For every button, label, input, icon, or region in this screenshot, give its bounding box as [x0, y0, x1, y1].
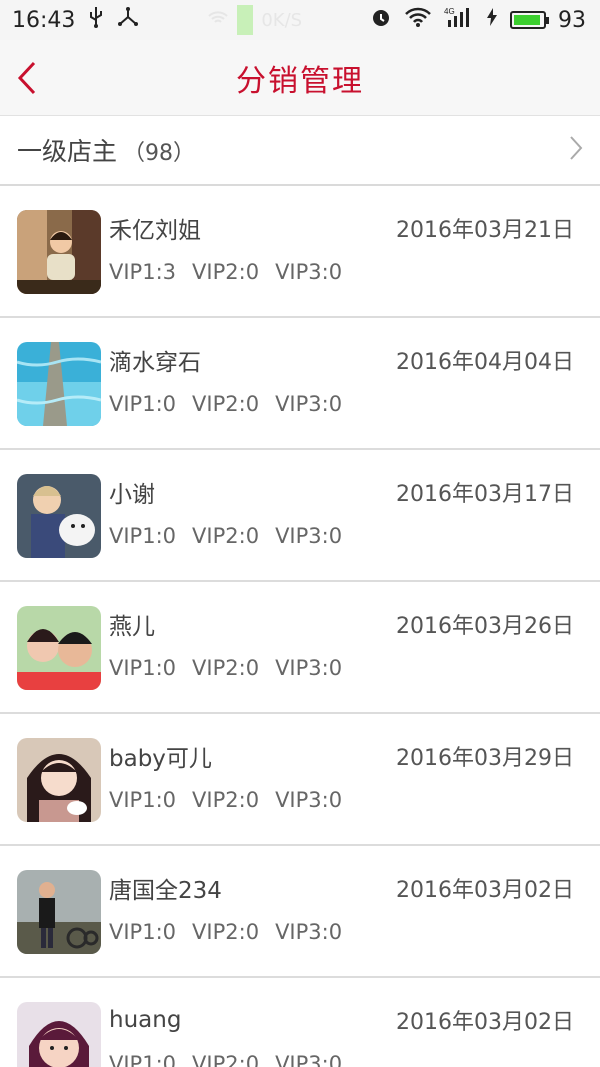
vip3-count: VIP3:0 — [275, 788, 343, 812]
vip2-count: VIP2:0 — [192, 1052, 260, 1067]
vip2-count: VIP2:0 — [192, 524, 260, 548]
vip2-count: VIP2:0 — [192, 392, 260, 416]
status-left: 16:43 — [12, 6, 139, 34]
usb-icon — [87, 6, 105, 34]
vip2-count: VIP2:0 — [192, 788, 260, 812]
network-speed: 0K/S — [261, 9, 303, 31]
list-item[interactable]: huang 2016年03月02日 VIP1:0 VIP2:0 VIP3:0 — [0, 978, 600, 1067]
avatar — [17, 210, 101, 294]
avatar — [17, 738, 101, 822]
signal-4g-icon: 4G — [444, 6, 474, 34]
vip2-count: VIP2:0 — [192, 920, 260, 944]
member-name: huang — [109, 1007, 182, 1033]
member-name: 唐国全234 — [109, 878, 222, 904]
vip1-count: VIP1:0 — [109, 392, 177, 416]
vip3-count: VIP3:0 — [275, 1052, 343, 1067]
page-title: 分销管理 — [236, 63, 364, 99]
level-count: （98） — [123, 141, 196, 166]
svg-text:4G: 4G — [444, 7, 455, 16]
vip3-count: VIP3:0 — [275, 392, 343, 416]
join-date: 2016年03月02日 — [396, 1010, 574, 1035]
member-info: 禾亿刘姐 2016年03月21日 VIP1:3 VIP2:0 VIP3:0 — [109, 210, 574, 284]
list-item[interactable]: 小谢 2016年03月17日 VIP1:0 VIP2:0 VIP3:0 — [0, 450, 600, 582]
status-time: 16:43 — [12, 7, 76, 33]
level-label-group: 一级店主 （98） — [17, 132, 195, 168]
battery-fill — [514, 15, 541, 25]
avatar — [17, 342, 101, 426]
member-info: 滴水穿石 2016年04月04日 VIP1:0 VIP2:0 VIP3:0 — [109, 342, 574, 416]
vip1-count: VIP1:3 — [109, 260, 177, 284]
vip1-count: VIP1:0 — [109, 656, 177, 680]
wifi-icon — [404, 7, 432, 33]
chevron-right-icon — [568, 134, 584, 166]
vip1-count: VIP1:0 — [109, 1052, 177, 1067]
share-icon — [117, 7, 139, 33]
member-info: baby可儿 2016年03月29日 VIP1:0 VIP2:0 VIP3:0 — [109, 738, 574, 812]
vip2-count: VIP2:0 — [192, 260, 260, 284]
vip1-count: VIP1:0 — [109, 524, 177, 548]
member-name: 禾亿刘姐 — [109, 218, 201, 244]
chevron-left-icon — [17, 61, 36, 95]
charging-icon — [486, 7, 498, 33]
list-item[interactable]: baby可儿 2016年03月29日 VIP1:0 VIP2:0 VIP3:0 — [0, 714, 600, 846]
vip1-count: VIP1:0 — [109, 920, 177, 944]
vip3-count: VIP3:0 — [275, 656, 343, 680]
battery-level: 93 — [558, 7, 586, 33]
member-info: 唐国全234 2016年03月02日 VIP1:0 VIP2:0 VIP3:0 — [109, 870, 574, 944]
member-info: 燕儿 2016年03月26日 VIP1:0 VIP2:0 VIP3:0 — [109, 606, 574, 680]
vip3-count: VIP3:0 — [275, 260, 343, 284]
join-date: 2016年03月21日 — [396, 218, 574, 243]
join-date: 2016年03月02日 — [396, 878, 574, 903]
vip1-count: VIP1:0 — [109, 788, 177, 812]
join-date: 2016年04月04日 — [396, 350, 574, 375]
avatar — [17, 870, 101, 954]
avatar — [17, 474, 101, 558]
list-item[interactable]: 禾亿刘姐 2016年03月21日 VIP1:3 VIP2:0 VIP3:0 — [0, 186, 600, 318]
vip3-count: VIP3:0 — [275, 524, 343, 548]
member-name: 燕儿 — [109, 614, 155, 640]
vip3-count: VIP3:0 — [275, 920, 343, 944]
list-item[interactable]: 唐国全234 2016年03月02日 VIP1:0 VIP2:0 VIP3:0 — [0, 846, 600, 978]
member-info: 小谢 2016年03月17日 VIP1:0 VIP2:0 VIP3:0 — [109, 474, 574, 548]
avatar — [17, 606, 101, 690]
alarm-icon — [370, 6, 392, 34]
join-date: 2016年03月29日 — [396, 746, 574, 771]
join-date: 2016年03月17日 — [396, 482, 574, 507]
back-button[interactable] — [14, 58, 44, 98]
member-name: 小谢 — [109, 482, 155, 508]
list-item[interactable]: 滴水穿石 2016年04月04日 VIP1:0 VIP2:0 VIP3:0 — [0, 318, 600, 450]
member-info: huang 2016年03月02日 VIP1:0 VIP2:0 VIP3:0 — [109, 1002, 574, 1067]
avatar — [17, 1002, 101, 1067]
speed-indicator — [237, 5, 254, 35]
join-date: 2016年03月26日 — [396, 614, 574, 639]
nav-bar: 分销管理 — [0, 40, 600, 116]
member-list: 禾亿刘姐 2016年03月21日 VIP1:3 VIP2:0 VIP3:0 滴水… — [0, 186, 600, 1067]
status-right: 4G 93 — [370, 6, 586, 34]
member-name: 滴水穿石 — [109, 350, 201, 376]
member-name: baby可儿 — [109, 746, 212, 772]
status-bar: 16:43 0K/S 4G 93 — [0, 0, 600, 40]
battery-icon — [510, 11, 549, 29]
shop-level-row[interactable]: 一级店主 （98） — [0, 116, 600, 186]
vip2-count: VIP2:0 — [192, 656, 260, 680]
level-label: 一级店主 — [17, 137, 118, 166]
list-item[interactable]: 燕儿 2016年03月26日 VIP1:0 VIP2:0 VIP3:0 — [0, 582, 600, 714]
status-center: 0K/S — [207, 5, 302, 35]
wifi-faint-icon — [207, 10, 229, 31]
